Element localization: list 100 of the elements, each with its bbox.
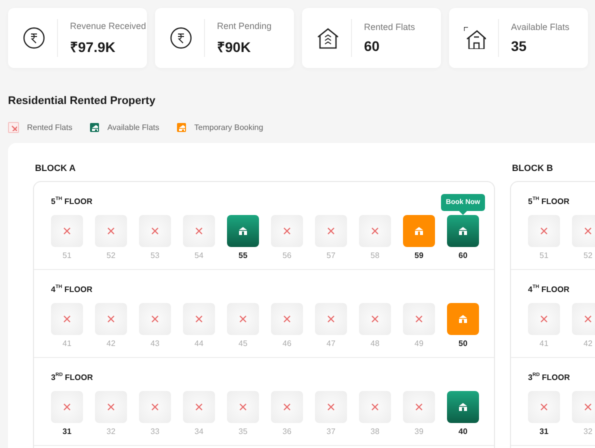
cross-icon: [150, 402, 160, 412]
cross-icon: [238, 402, 248, 412]
flat-tile[interactable]: [572, 391, 595, 423]
floor-label: 3$^{RD}$ FLOOR: [528, 373, 570, 383]
house-door-icon: [464, 27, 486, 49]
cross-icon: [370, 314, 380, 324]
flat-tile[interactable]: [139, 215, 171, 247]
flat-number: 39: [414, 427, 424, 437]
flat-number: 55: [238, 251, 248, 261]
floor-label: 4$^{TH}$ FLOOR: [51, 285, 92, 295]
flat-number: 51: [62, 251, 72, 261]
flat-number: 31: [62, 427, 72, 437]
cross-icon: [326, 402, 336, 412]
flat-tile[interactable]: [528, 391, 560, 423]
flat-number: 59: [414, 251, 424, 261]
flat-tile[interactable]: [315, 391, 347, 423]
flat-number: 38: [370, 427, 380, 437]
flat-number: 42: [584, 339, 592, 349]
flat-tile[interactable]: [95, 215, 127, 247]
flat-number: 41: [62, 339, 72, 349]
legend-label: Rented Flats: [27, 123, 72, 132]
cross-icon: [194, 226, 204, 236]
cross-icon: [539, 402, 549, 412]
flat-number: 57: [326, 251, 336, 261]
stat-value: ₹97.9K: [70, 38, 116, 56]
flat-tile[interactable]: [51, 391, 83, 423]
floor-label: 4$^{TH}$ FLOOR: [528, 285, 570, 295]
flat-tile[interactable]: [403, 303, 435, 335]
flat-number: 58: [370, 251, 380, 261]
flat-tile[interactable]: [359, 215, 391, 247]
flat-number: 52: [584, 251, 592, 261]
flat-tile[interactable]: [51, 215, 83, 247]
cross-icon: [414, 314, 424, 324]
flat-number: 33: [150, 427, 160, 437]
legend-label: Temporary Booking: [194, 123, 264, 132]
cross-icon: [62, 402, 72, 412]
flat-tile[interactable]: [51, 303, 83, 335]
flat-tile[interactable]: [315, 215, 347, 247]
flat-tile[interactable]: [359, 391, 391, 423]
flat-number: 40: [458, 427, 468, 437]
cross-icon: [282, 402, 292, 412]
flat-number: 46: [282, 339, 292, 349]
cross-icon: [238, 314, 248, 324]
stat-value: ₹90K: [217, 38, 252, 56]
flat-tile[interactable]: [183, 303, 215, 335]
flat-tile[interactable]: [403, 215, 435, 247]
floor-label: 5$^{TH}$ FLOOR: [51, 197, 92, 207]
flat-tile[interactable]: [183, 215, 215, 247]
door-icon: [238, 226, 248, 236]
flat-tile[interactable]: [447, 303, 479, 335]
flat-number: 54: [194, 251, 204, 261]
flat-number: 32: [584, 427, 592, 437]
flat-tile[interactable]: [227, 391, 259, 423]
flat-tile[interactable]: [528, 303, 560, 335]
flat-tile[interactable]: [271, 303, 303, 335]
flat-number: 45: [238, 339, 248, 349]
flat-tile[interactable]: [95, 391, 127, 423]
stat-label: Available Flats: [511, 22, 570, 32]
cross-icon: [326, 314, 336, 324]
flat-number: 44: [194, 339, 204, 349]
stat-label: Rented Flats: [364, 22, 416, 32]
flat-tile[interactable]: [447, 391, 479, 423]
flat-tile[interactable]: [227, 215, 259, 247]
flat-tile[interactable]: [359, 303, 391, 335]
flat-tile[interactable]: [183, 391, 215, 423]
cross-icon: [106, 314, 116, 324]
flat-tile[interactable]: [528, 215, 560, 247]
cross-icon: [62, 226, 72, 236]
section-title: Residential Rented Property: [8, 95, 156, 107]
flat-number: 60: [458, 251, 468, 261]
flat-tile[interactable]: [572, 303, 595, 335]
flat-tile[interactable]: [227, 303, 259, 335]
door-icon: [458, 402, 468, 412]
flat-tile[interactable]: [95, 303, 127, 335]
flat-number: 52: [106, 251, 116, 261]
stat-value: 60: [364, 38, 381, 54]
rupee-coin-icon: [23, 27, 45, 49]
flat-tile[interactable]: [139, 391, 171, 423]
cross-icon: [194, 402, 204, 412]
flat-tile[interactable]: [572, 215, 595, 247]
flat-number: 48: [370, 339, 380, 349]
flat-number: 53: [150, 251, 160, 261]
flat-tile[interactable]: [271, 215, 303, 247]
flat-tile[interactable]: [315, 303, 347, 335]
flat-number: 51: [540, 251, 548, 261]
cross-icon: [583, 226, 593, 236]
flat-tile[interactable]: [271, 391, 303, 423]
stat-label: Rent Pending: [217, 20, 272, 30]
flat-tile[interactable]: [403, 391, 435, 423]
flat-tile[interactable]: [139, 303, 171, 335]
rupee-coin-icon: [170, 27, 192, 49]
block-title: BLOCK A: [35, 163, 77, 173]
cross-icon: [370, 226, 380, 236]
cross-icon: [583, 314, 593, 324]
flat-number: 36: [282, 427, 292, 437]
flat-number: 42: [106, 339, 116, 349]
flat-number: 32: [106, 427, 116, 437]
flat-number: 31: [540, 427, 548, 437]
cross-icon: [106, 226, 116, 236]
flat-tile[interactable]: [447, 215, 479, 247]
